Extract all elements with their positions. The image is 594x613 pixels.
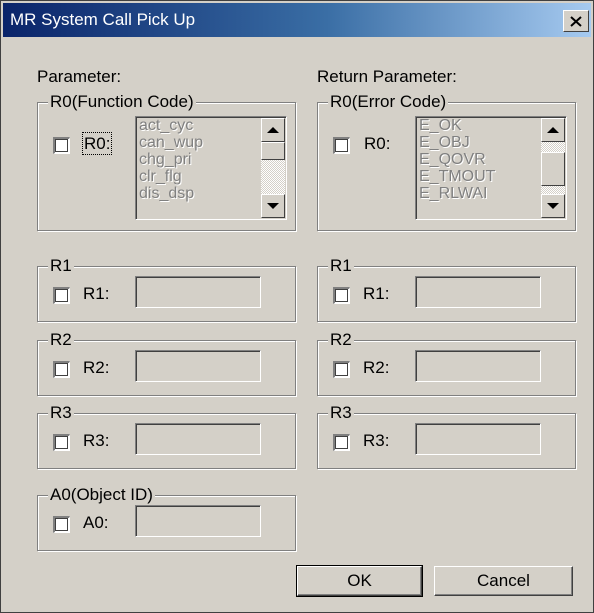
- ret-r0-group: R0(Error Code) R0: E_OK E_OBJ E_QOVR E_T…: [317, 92, 576, 231]
- list-item[interactable]: clr_flg: [139, 168, 203, 185]
- parameter-heading: Parameter:: [37, 67, 122, 86]
- ret-r2-input[interactable]: [415, 350, 541, 382]
- scroll-up-button[interactable]: [541, 118, 565, 142]
- scroll-thumb[interactable]: [261, 142, 285, 160]
- error-code-listbox[interactable]: E_OK E_OBJ E_QOVR E_TMOUT E_RLWAI: [415, 116, 567, 220]
- ret-r2-label: R2:: [363, 358, 390, 377]
- param-r2-label: R2:: [83, 358, 110, 377]
- list-item[interactable]: act_cyc: [139, 117, 203, 134]
- param-r3-label: R3:: [83, 431, 110, 450]
- list-item[interactable]: chg_pri: [139, 151, 203, 168]
- ret-r3-input[interactable]: [415, 423, 541, 455]
- ok-button[interactable]: OK: [296, 565, 423, 597]
- ret-r2-checkbox[interactable]: [333, 361, 350, 378]
- arrow-down-icon: [267, 203, 279, 209]
- param-r0-label: R0:: [81, 132, 113, 155]
- ret-r2-caption: R2: [328, 330, 354, 350]
- ret-r3-label: R3:: [363, 431, 390, 450]
- title-bar[interactable]: MR System Call Pick Up: [3, 3, 591, 37]
- list-item[interactable]: E_QOVR: [419, 151, 495, 168]
- list-item[interactable]: E_OK: [419, 117, 495, 134]
- param-r0-checkbox[interactable]: [53, 137, 70, 154]
- param-a0-group: A0(Object ID) A0:: [37, 485, 296, 551]
- param-a0-checkbox[interactable]: [53, 516, 70, 533]
- scroll-up-button[interactable]: [261, 118, 285, 142]
- ret-r0-label: R0:: [364, 134, 391, 153]
- ret-r1-group: R1 R1:: [317, 256, 576, 322]
- scroll-down-button[interactable]: [541, 194, 565, 218]
- ret-r3-caption: R3: [328, 403, 354, 423]
- ret-r1-checkbox[interactable]: [333, 287, 350, 304]
- window-title: MR System Call Pick Up: [10, 10, 196, 29]
- param-r3-caption: R3: [48, 403, 74, 423]
- function-code-listbox[interactable]: act_cyc can_wup chg_pri clr_flg dis_dsp: [135, 116, 287, 220]
- ret-r0-caption: R0(Error Code): [328, 92, 449, 112]
- arrow-down-icon: [547, 203, 559, 209]
- scroll-down-button[interactable]: [261, 194, 285, 218]
- function-code-items: act_cyc can_wup chg_pri clr_flg dis_dsp: [139, 117, 203, 202]
- return-parameter-heading: Return Parameter:: [317, 67, 457, 86]
- list-item[interactable]: E_RLWAI: [419, 185, 495, 202]
- param-r2-checkbox[interactable]: [53, 361, 70, 378]
- ret-r1-input[interactable]: [415, 276, 541, 308]
- error-code-scrollbar[interactable]: [541, 118, 565, 218]
- dialog-window: MR System Call Pick Up Parameter: R0(Fun…: [0, 0, 594, 613]
- error-code-items: E_OK E_OBJ E_QOVR E_TMOUT E_RLWAI: [419, 117, 495, 202]
- cancel-button[interactable]: Cancel: [434, 566, 573, 596]
- param-r3-checkbox[interactable]: [53, 434, 70, 451]
- param-r0-caption: R0(Function Code): [48, 92, 196, 112]
- param-r0-group: R0(Function Code) R0: act_cyc can_wup ch…: [37, 92, 296, 231]
- ret-r0-checkbox[interactable]: [333, 137, 350, 154]
- param-r2-input[interactable]: [135, 350, 261, 382]
- arrow-up-icon: [267, 127, 279, 133]
- list-item[interactable]: E_OBJ: [419, 134, 495, 151]
- close-icon: [570, 15, 582, 27]
- ret-r1-caption: R1: [328, 256, 354, 276]
- param-r1-label: R1:: [83, 284, 110, 303]
- param-r2-group: R2 R2:: [37, 330, 296, 396]
- scroll-thumb[interactable]: [541, 152, 565, 186]
- param-r3-group: R3 R3:: [37, 403, 296, 469]
- list-item[interactable]: E_TMOUT: [419, 168, 495, 185]
- param-r1-checkbox[interactable]: [53, 287, 70, 304]
- param-a0-caption: A0(Object ID): [48, 485, 155, 505]
- close-button[interactable]: [563, 10, 589, 32]
- param-r1-caption: R1: [48, 256, 74, 276]
- param-r1-input[interactable]: [135, 276, 261, 308]
- ret-r3-group: R3 R3:: [317, 403, 576, 469]
- ret-r1-label: R1:: [363, 284, 390, 303]
- arrow-up-icon: [547, 127, 559, 133]
- function-code-scrollbar[interactable]: [261, 118, 285, 218]
- param-a0-label: A0:: [83, 513, 109, 532]
- param-r1-group: R1 R1:: [37, 256, 296, 322]
- param-r2-caption: R2: [48, 330, 74, 350]
- param-r3-input[interactable]: [135, 423, 261, 455]
- ret-r3-checkbox[interactable]: [333, 434, 350, 451]
- list-item[interactable]: dis_dsp: [139, 185, 203, 202]
- list-item[interactable]: can_wup: [139, 134, 203, 151]
- ret-r2-group: R2 R2:: [317, 330, 576, 396]
- param-a0-input[interactable]: [135, 505, 261, 537]
